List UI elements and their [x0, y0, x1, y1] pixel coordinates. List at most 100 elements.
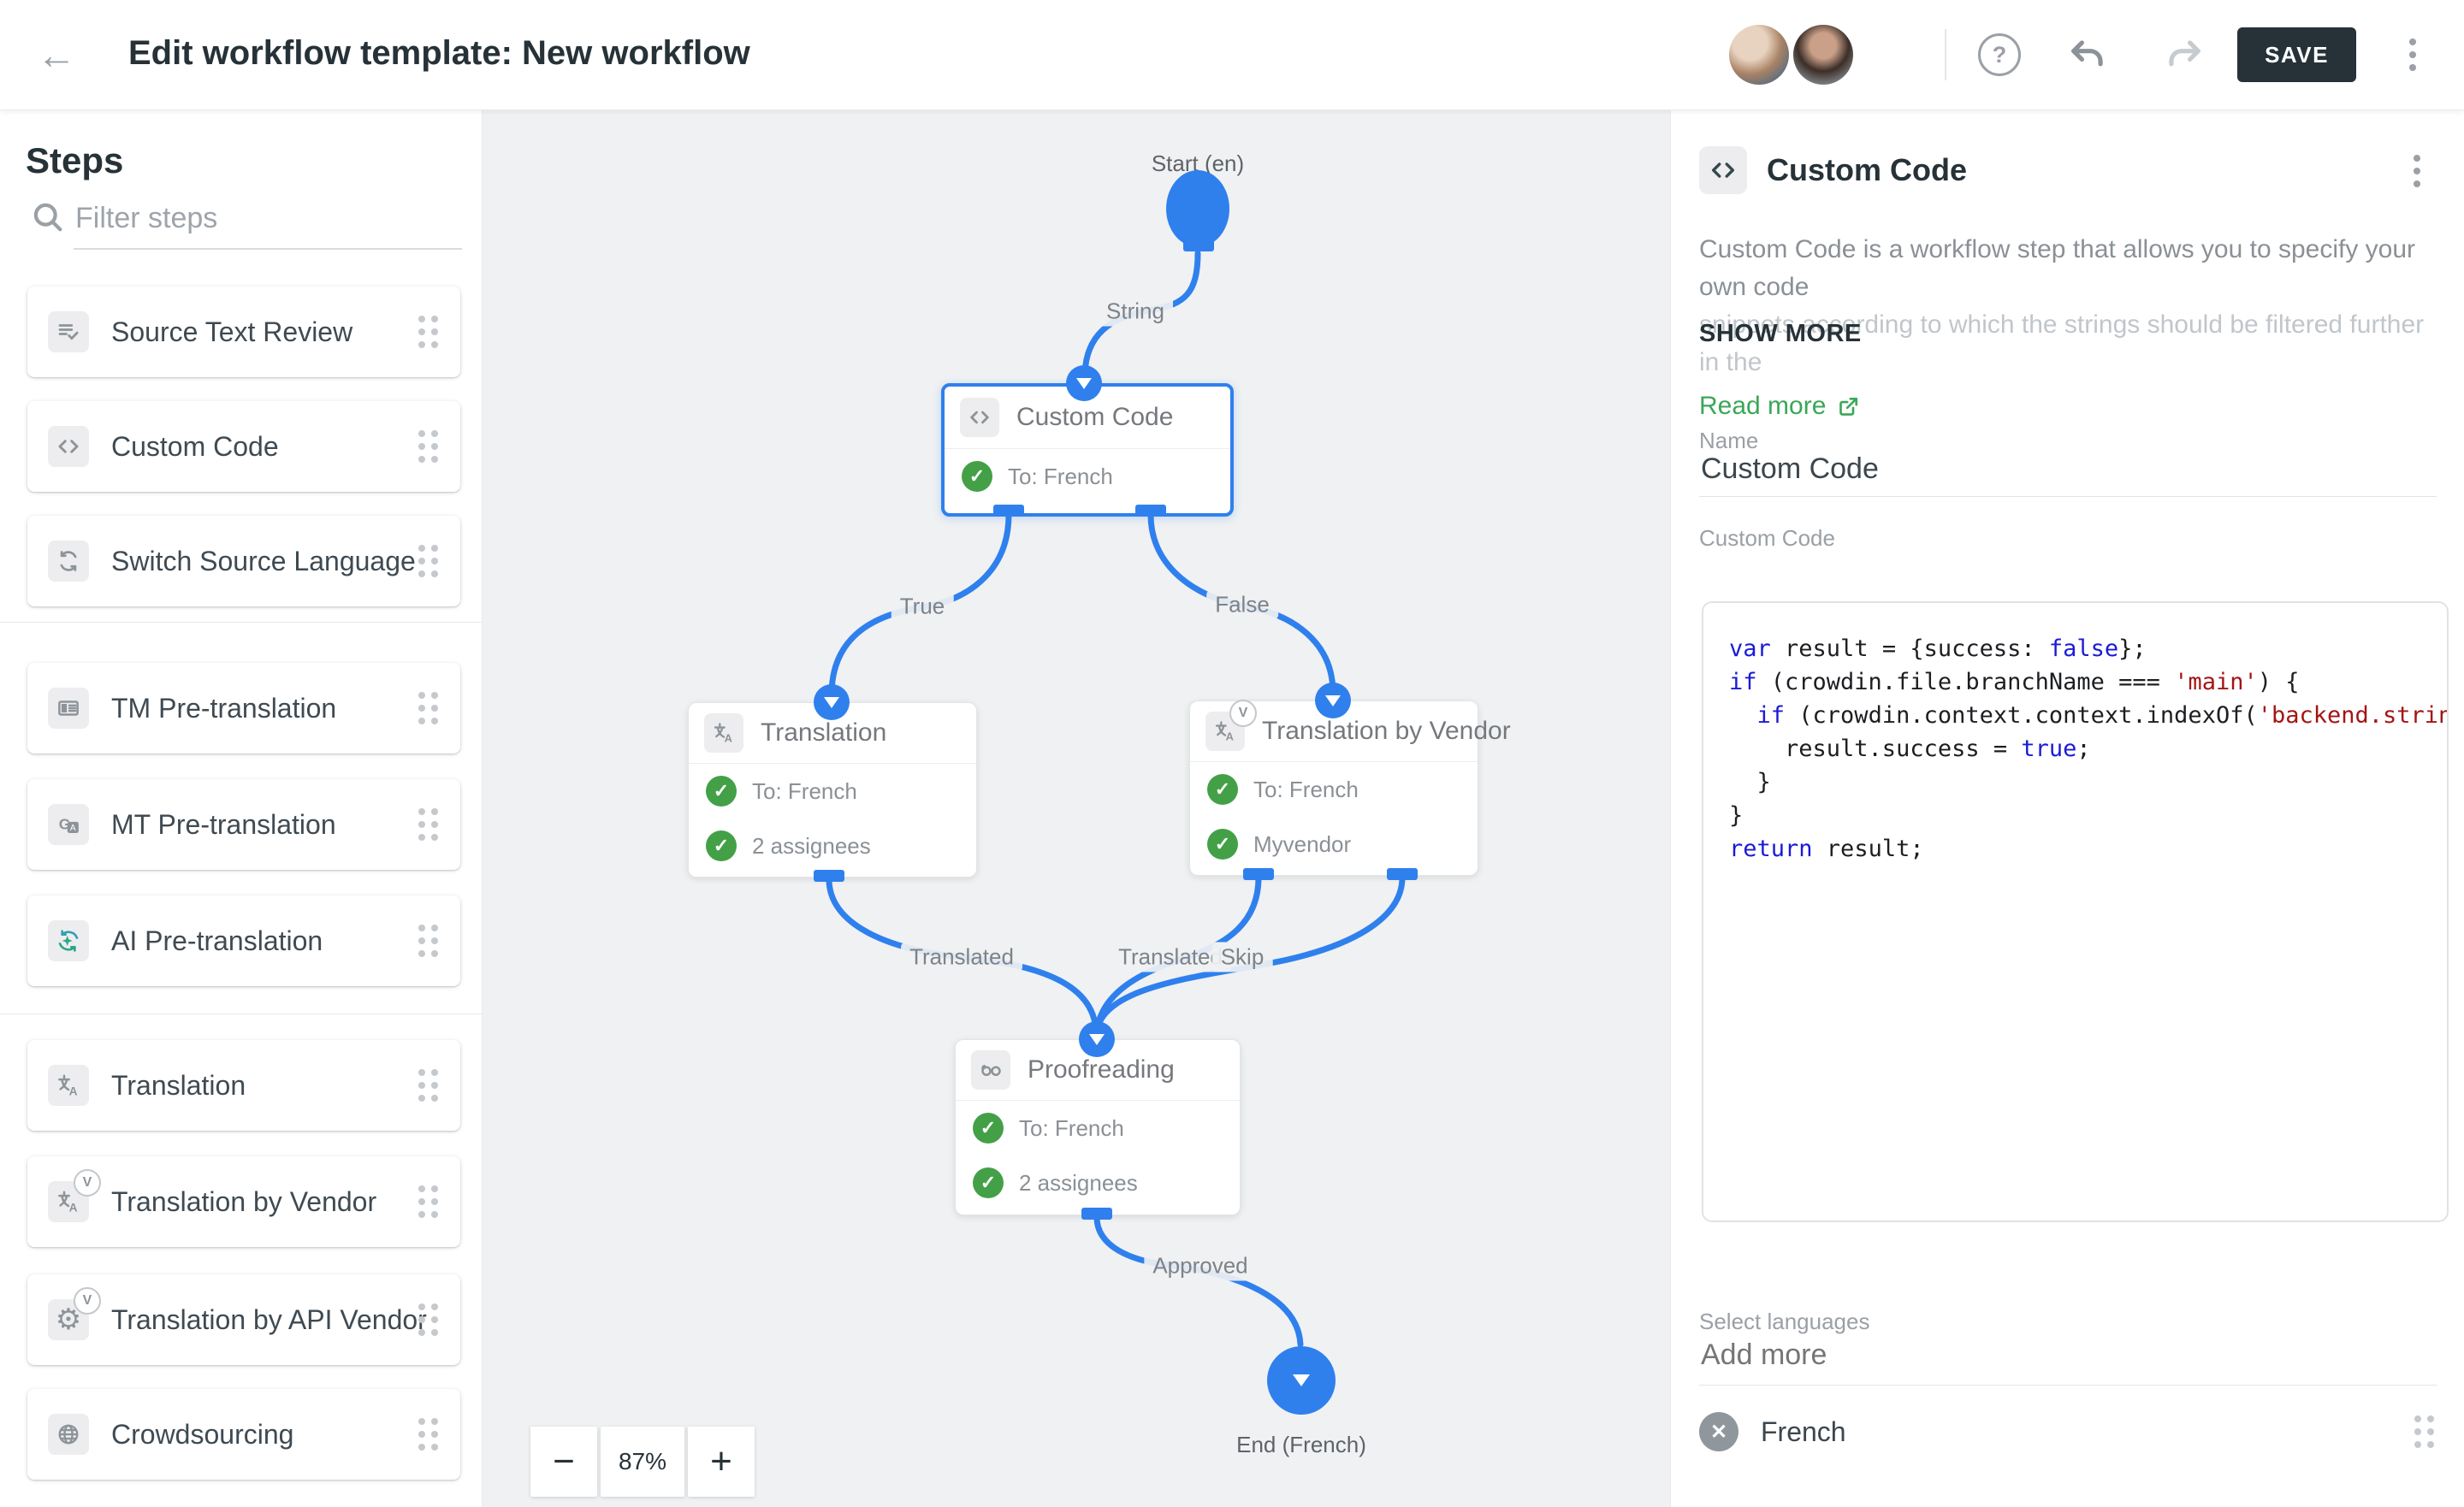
output-port[interactable]	[814, 870, 844, 882]
edge-label-approved: Approved	[1144, 1251, 1256, 1281]
sidebar-item-translation[interactable]: A Translation	[27, 1040, 460, 1131]
redo-button[interactable]	[2159, 31, 2207, 79]
output-port-approved[interactable]	[1081, 1208, 1112, 1220]
sidebar-item-source-text-review[interactable]: Source Text Review	[27, 287, 460, 377]
input-connector[interactable]	[1315, 683, 1351, 718]
output-port-skip[interactable]	[1387, 868, 1418, 880]
remove-language-button[interactable]: ✕	[1699, 1412, 1738, 1451]
translation-icon: A	[704, 713, 743, 753]
node-translation[interactable]: A Translation ✓ To: French ✓ 2 assignees	[688, 702, 977, 878]
sidebar-item-translation-by-api-vendor[interactable]: ⚙ V Translation by API Vendor	[27, 1274, 460, 1365]
panel-menu-button[interactable]	[2396, 149, 2437, 193]
zoom-out-button[interactable]: −	[530, 1427, 597, 1497]
sidebar-item-translation-by-vendor[interactable]: A V Translation by Vendor	[27, 1156, 460, 1247]
drag-handle[interactable]	[418, 1069, 438, 1102]
external-link-icon	[1836, 393, 1862, 419]
sidebar-item-custom-code[interactable]: Custom Code	[27, 401, 460, 492]
code-content: var result = {success: false};if (crowdi…	[1729, 632, 2447, 866]
zoom-control: − 87% +	[530, 1427, 755, 1497]
drag-handle[interactable]	[418, 1185, 438, 1218]
avatar[interactable]	[1793, 25, 1853, 85]
vendor-badge: V	[74, 1169, 101, 1197]
sidebar-item-label: Translation by Vendor	[111, 1186, 376, 1218]
help-icon: ?	[1978, 33, 2021, 76]
drag-handle[interactable]	[418, 545, 438, 577]
node-title: Proofreading	[1028, 1055, 1175, 1084]
sidebar-item-label: Translation by API Vendor	[111, 1304, 427, 1336]
output-port-translated[interactable]	[1243, 868, 1274, 880]
drag-handle[interactable]	[418, 1418, 438, 1451]
add-language-input[interactable]	[1699, 1338, 2438, 1373]
search-underline	[74, 248, 462, 250]
vendor-badge: V	[1229, 700, 1257, 727]
code-icon	[1699, 146, 1747, 194]
check-icon: ✓	[973, 1167, 1004, 1198]
input-connector[interactable]	[1066, 365, 1102, 401]
header-menu-button[interactable]	[2389, 31, 2437, 79]
zoom-in-button[interactable]: +	[688, 1427, 755, 1497]
input-connector[interactable]	[814, 684, 850, 720]
name-field-label: Name	[1699, 428, 1758, 454]
drag-handle[interactable]	[2414, 1415, 2434, 1448]
show-more-button[interactable]: SHOW MORE	[1699, 320, 1862, 348]
edge-label-true: True	[891, 592, 954, 622]
check-icon: ✓	[706, 776, 737, 807]
code-editor[interactable]: var result = {success: false};if (crowdi…	[1702, 601, 2449, 1222]
node-proofreading[interactable]: Proofreading ✓ To: French ✓ 2 assignees	[955, 1039, 1241, 1215]
redo-icon	[2161, 33, 2206, 77]
avatar[interactable]	[1729, 25, 1789, 85]
edge-label-skip: Skip	[1212, 943, 1273, 972]
workflow-canvas[interactable]: String True False Translated Translated …	[482, 109, 1670, 1507]
name-input[interactable]	[1699, 452, 2438, 487]
drag-handle[interactable]	[418, 316, 438, 348]
undo-button[interactable]	[2064, 31, 2112, 79]
end-node[interactable]	[1267, 1346, 1336, 1415]
svg-text:A: A	[70, 824, 76, 833]
drag-handle[interactable]	[418, 1303, 438, 1336]
arrow-left-icon: ←	[37, 32, 76, 78]
header-divider	[1945, 29, 1946, 80]
end-node-label: End (French)	[1236, 1432, 1366, 1458]
start-node[interactable]	[1166, 170, 1229, 247]
check-icon: ✓	[1207, 774, 1238, 805]
start-output-port[interactable]	[1183, 239, 1214, 251]
filter-steps-input[interactable]	[74, 197, 464, 239]
sidebar-item-crowdsourcing[interactable]: Crowdsourcing	[27, 1389, 460, 1480]
sidebar-item-switch-source-language[interactable]: Switch Source Language	[27, 516, 460, 606]
panel-title: Custom Code	[1767, 152, 1967, 188]
kebab-icon	[2414, 155, 2420, 162]
check-icon: ✓	[706, 830, 737, 861]
switch-source-language-icon	[48, 541, 89, 582]
sidebar-item-ai-pretranslation[interactable]: AI Pre-translation	[27, 895, 460, 986]
sidebar-item-label: Custom Code	[111, 431, 279, 463]
sidebar-item-mt-pretranslation[interactable]: GA MT Pre-translation	[27, 779, 460, 870]
translation-icon: A	[48, 1065, 89, 1106]
back-button[interactable]: ←	[34, 33, 79, 77]
drag-handle[interactable]	[418, 808, 438, 841]
save-button[interactable]: SAVE	[2237, 27, 2356, 82]
node-setting: To: French	[1253, 777, 1359, 803]
read-more-link[interactable]: Read more	[1699, 392, 1862, 421]
gear-icon: ⚙ V	[48, 1299, 89, 1340]
input-connector[interactable]	[1079, 1021, 1115, 1057]
node-translation-by-vendor[interactable]: A V Translation by Vendor ✓ To: French ✓…	[1189, 700, 1478, 876]
code-icon	[48, 426, 89, 467]
output-port-false[interactable]	[1135, 505, 1166, 517]
workflow-edges	[482, 109, 1670, 1507]
language-chip-french: ✕ French	[1671, 1405, 2464, 1458]
vendor-badge: V	[74, 1287, 101, 1315]
select-languages-label: Select languages	[1699, 1309, 1869, 1335]
drag-handle[interactable]	[418, 925, 438, 957]
help-button[interactable]: ?	[1975, 31, 2023, 79]
edge-label-false: False	[1206, 590, 1278, 620]
drag-handle[interactable]	[418, 430, 438, 463]
node-custom-code[interactable]: Custom Code ✓ To: French	[941, 383, 1234, 517]
sidebar-item-label: Crowdsourcing	[111, 1419, 293, 1451]
output-port-true[interactable]	[993, 505, 1024, 517]
sidebar-item-tm-pretranslation[interactable]: TM Pre-translation	[27, 663, 460, 754]
svg-text:A: A	[725, 732, 732, 745]
node-setting: To: French	[1008, 464, 1113, 490]
node-setting: Myvendor	[1253, 831, 1351, 858]
drag-handle[interactable]	[418, 692, 438, 724]
source-text-review-icon	[48, 311, 89, 352]
